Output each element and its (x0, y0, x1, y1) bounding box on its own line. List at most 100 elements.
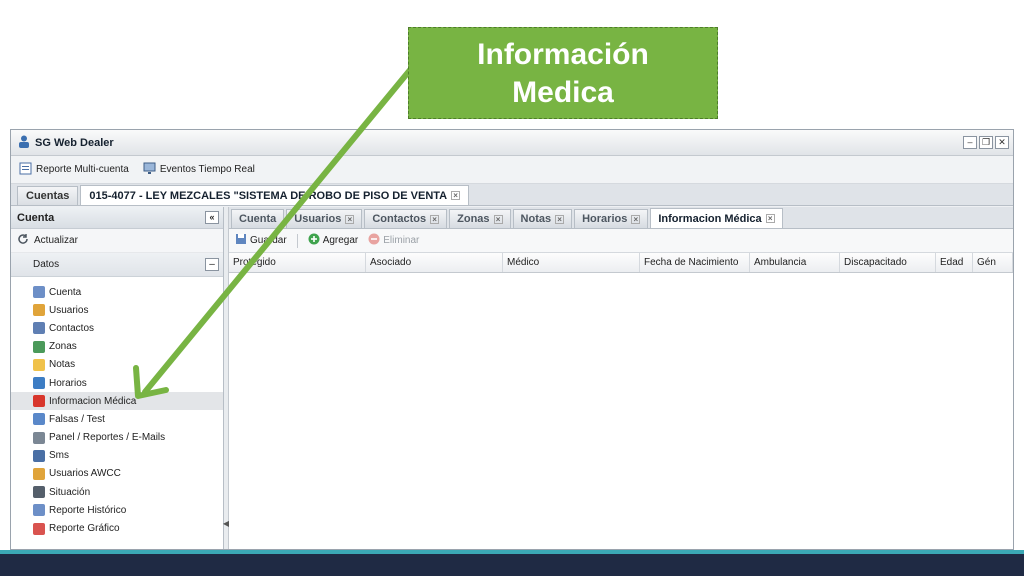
phone-icon (33, 449, 45, 462)
tab-cuenta[interactable]: Cuenta (231, 209, 285, 228)
sidebar-item-label: Horarios (49, 377, 87, 389)
multi-account-report-label: Reporte Multi-cuenta (36, 164, 129, 175)
tab-cuentas[interactable]: Cuentas (17, 186, 79, 205)
close-tab-icon[interactable]: × (631, 214, 641, 224)
account-card-icon (33, 286, 45, 299)
splitter-handle[interactable] (224, 207, 229, 549)
data-section-header[interactable]: Datos – (11, 253, 223, 277)
report-history-icon (33, 504, 45, 517)
outer-tab-bar: Cuentas 015-4077 - LEY MEZCALES "SISTEMA… (11, 184, 1013, 206)
report-icon (19, 162, 32, 178)
sidebar-item-zonas[interactable]: Zonas (11, 338, 223, 356)
tab-label: Contactos (372, 213, 427, 225)
sidebar-item-label: Reporte Histórico (49, 504, 127, 516)
column-header[interactable]: Discapacitado (840, 253, 936, 272)
delete-button[interactable]: Eliminar (368, 233, 419, 248)
tab-usuarios[interactable]: Usuarios × (286, 209, 363, 228)
callout-line-2: Medica (512, 76, 614, 109)
sidebar-item-label: Usuarios AWCC (49, 468, 121, 480)
realtime-events-label: Eventos Tiempo Real (159, 164, 255, 175)
tab-horarios[interactable]: Horarios × (574, 209, 649, 228)
add-label: Agregar (322, 235, 359, 246)
sidebar-item-cuenta[interactable]: Cuenta (11, 283, 223, 301)
monitor-icon (143, 162, 156, 178)
sidebar-item-label: Cuenta (49, 286, 82, 298)
wrench-icon (33, 431, 45, 444)
app-window: SG Web Dealer – ❐ ✕ Reporte Multi-cuenta… (10, 129, 1014, 550)
sidebar-item-situaci-n[interactable]: Situación (11, 483, 223, 501)
callout-line-1: Información (477, 38, 649, 71)
content-panel: Cuenta Usuarios × Contactos × Zonas × Notas × Hor… (229, 207, 1013, 549)
column-header[interactable]: Asociado (366, 253, 503, 272)
save-button[interactable]: Guardar (235, 233, 287, 248)
sidebar-tree: Cuenta Usuarios Contactos Zonas Notas Horario… (11, 277, 223, 538)
sidebar-item-falsas-test[interactable]: Falsas / Test (11, 410, 223, 428)
collapse-sidebar-button[interactable]: « (205, 211, 219, 224)
sidebar-item-notas[interactable]: Notas (11, 356, 223, 374)
sidebar-item-sms[interactable]: Sms (11, 447, 223, 465)
multi-account-report-button[interactable]: Reporte Multi-cuenta (19, 162, 129, 178)
sidebar: Cuenta « Actualizar Datos – Cuenta Usuari… (11, 207, 229, 549)
add-icon (308, 233, 320, 248)
restore-button[interactable]: ❐ (979, 136, 993, 149)
sidebar-item-panel-reportes-e-mails[interactable]: Panel / Reportes / E-Mails (11, 429, 223, 447)
sidebar-item-label: Contactos (49, 322, 95, 334)
tab-account-detail[interactable]: 015-4077 - LEY MEZCALES "SISTEMA DE ROBO… (80, 185, 470, 205)
tab-label: Cuenta (239, 213, 277, 225)
sidebar-item-label: Reporte Gráfico (49, 523, 120, 535)
tab-label: Usuarios (294, 213, 342, 225)
sidebar-item-horarios[interactable]: Horarios (11, 374, 223, 392)
sidebar-item-label: Informacion Médica (49, 395, 137, 407)
sidebar-item-usuarios-awcc[interactable]: Usuarios AWCC (11, 465, 223, 483)
slide-footer-band (0, 550, 1024, 576)
refresh-label: Actualizar (34, 235, 78, 246)
close-tab-icon[interactable]: × (493, 214, 503, 224)
building-icon (33, 486, 45, 499)
sidebar-item-reporte-gr-fico[interactable]: Reporte Gráfico (11, 519, 223, 537)
tab-informacion-m-dica[interactable]: Informacion Médica × (650, 208, 783, 228)
delete-label: Eliminar (383, 235, 420, 246)
sidebar-item-label: Usuarios (49, 304, 89, 316)
refresh-button[interactable]: Actualizar (11, 229, 223, 253)
sidebar-item-label: Falsas / Test (49, 413, 105, 425)
collapse-section-button[interactable]: – (205, 258, 219, 271)
delete-icon (368, 233, 380, 248)
close-button[interactable]: ✕ (995, 136, 1009, 149)
tab-contactos[interactable]: Contactos × (364, 209, 448, 228)
close-tab-icon[interactable]: × (555, 214, 565, 224)
sidebar-item-label: Panel / Reportes / E-Mails (49, 432, 166, 444)
tab-label: Informacion Médica (658, 212, 762, 225)
sidebar-item-reporte-hist-rico[interactable]: Reporte Histórico (11, 501, 223, 519)
add-button[interactable]: Agregar (308, 233, 359, 248)
close-tab-icon[interactable]: × (345, 214, 355, 224)
column-header[interactable]: Fecha de Nacimiento (640, 253, 750, 272)
save-icon (235, 233, 247, 248)
close-tab-icon[interactable]: × (765, 214, 775, 223)
tab-notas[interactable]: Notas × (512, 209, 573, 228)
minimize-button[interactable]: – (963, 136, 977, 149)
main-area: Cuenta « Actualizar Datos – Cuenta Usuari… (11, 207, 1013, 549)
column-header[interactable]: Ambulancia (750, 253, 840, 272)
close-tab-icon[interactable]: × (430, 214, 440, 224)
users-awcc-icon (33, 467, 45, 480)
sidebar-item-label: Sms (49, 450, 69, 462)
close-tab-icon[interactable]: × (451, 191, 461, 200)
toolbar-divider (296, 233, 298, 248)
tab-zonas[interactable]: Zonas × (449, 209, 511, 228)
sidebar-item-informacion-m-dica[interactable]: Informacion Médica (11, 392, 223, 411)
clock-icon (33, 377, 45, 390)
column-header[interactable]: Protegido (229, 253, 366, 272)
column-header[interactable]: Gén (973, 253, 1013, 272)
callout-box: Información Medica (408, 27, 718, 119)
report-chart-icon (33, 522, 45, 535)
sidebar-item-contactos[interactable]: Contactos (11, 319, 223, 337)
sidebar-title: Cuenta (17, 211, 55, 224)
column-header[interactable]: Edad (936, 253, 973, 272)
realtime-events-button[interactable]: Eventos Tiempo Real (143, 162, 255, 178)
splitter-arrow-icon[interactable]: ◀ (223, 519, 229, 528)
main-toolbar: Reporte Multi-cuenta Eventos Tiempo Real (11, 156, 1013, 184)
sidebar-item-usuarios[interactable]: Usuarios (11, 301, 223, 319)
column-header[interactable]: Médico (503, 253, 640, 272)
sidebar-item-label: Notas (49, 359, 76, 371)
tab-label: Cuentas (26, 190, 70, 202)
